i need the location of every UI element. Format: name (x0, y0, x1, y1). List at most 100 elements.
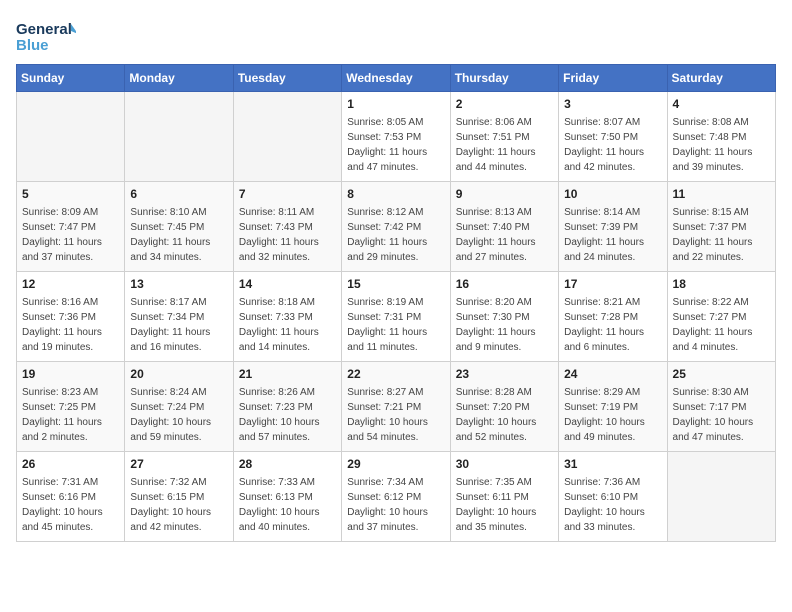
day-info: Sunrise: 7:34 AMSunset: 6:12 PMDaylight:… (347, 475, 444, 535)
day-number: 31 (564, 456, 661, 473)
calendar-week-row: 12 Sunrise: 8:16 AMSunset: 7:36 PMDayligh… (17, 272, 776, 362)
calendar-day-cell: 12 Sunrise: 8:16 AMSunset: 7:36 PMDayligh… (17, 272, 125, 362)
day-info: Sunrise: 8:15 AMSunset: 7:37 PMDaylight:… (673, 205, 770, 265)
calendar-day-cell: 22 Sunrise: 8:27 AMSunset: 7:21 PMDayligh… (342, 362, 450, 452)
calendar-day-cell: 23 Sunrise: 8:28 AMSunset: 7:20 PMDayligh… (450, 362, 558, 452)
day-number: 26 (22, 456, 119, 473)
day-info: Sunrise: 8:22 AMSunset: 7:27 PMDaylight:… (673, 295, 770, 355)
calendar-week-row: 1 Sunrise: 8:05 AMSunset: 7:53 PMDaylight… (17, 92, 776, 182)
calendar-day-cell: 14 Sunrise: 8:18 AMSunset: 7:33 PMDayligh… (233, 272, 341, 362)
calendar-day-cell (667, 452, 775, 542)
day-number: 1 (347, 96, 444, 113)
day-number: 23 (456, 366, 553, 383)
day-of-week-header: Wednesday (342, 65, 450, 92)
day-info: Sunrise: 8:16 AMSunset: 7:36 PMDaylight:… (22, 295, 119, 355)
day-info: Sunrise: 8:08 AMSunset: 7:48 PMDaylight:… (673, 115, 770, 175)
calendar-day-cell: 28Sunrise: 7:33 AMSunset: 6:13 PMDayligh… (233, 452, 341, 542)
calendar-day-cell: 16 Sunrise: 8:20 AMSunset: 7:30 PMDayligh… (450, 272, 558, 362)
day-number: 2 (456, 96, 553, 113)
day-of-week-header: Sunday (17, 65, 125, 92)
day-info: Sunrise: 8:09 AMSunset: 7:47 PMDaylight:… (22, 205, 119, 265)
calendar-header-row: SundayMondayTuesdayWednesdayThursdayFrid… (17, 65, 776, 92)
calendar-day-cell: 26 Sunrise: 7:31 AMSunset: 6:16 PMDayligh… (17, 452, 125, 542)
day-info: Sunrise: 7:32 AMSunset: 6:15 PMDaylight:… (130, 475, 227, 535)
calendar-day-cell: 15Sunrise: 8:19 AMSunset: 7:31 PMDayligh… (342, 272, 450, 362)
day-number: 14 (239, 276, 336, 293)
calendar-day-cell: 7Sunrise: 8:11 AMSunset: 7:43 PMDaylight… (233, 182, 341, 272)
day-of-week-header: Saturday (667, 65, 775, 92)
day-number: 30 (456, 456, 553, 473)
day-number: 24 (564, 366, 661, 383)
calendar-day-cell: 30 Sunrise: 7:35 AMSunset: 6:11 PMDayligh… (450, 452, 558, 542)
calendar-day-cell: 25 Sunrise: 8:30 AMSunset: 7:17 PMDayligh… (667, 362, 775, 452)
day-number: 3 (564, 96, 661, 113)
day-info: Sunrise: 8:07 AMSunset: 7:50 PMDaylight:… (564, 115, 661, 175)
day-number: 27 (130, 456, 227, 473)
calendar-day-cell: 5 Sunrise: 8:09 AMSunset: 7:47 PMDaylight… (17, 182, 125, 272)
svg-text:General: General (16, 21, 72, 38)
day-info: Sunrise: 8:20 AMSunset: 7:30 PMDaylight:… (456, 295, 553, 355)
day-info: Sunrise: 8:18 AMSunset: 7:33 PMDaylight:… (239, 295, 336, 355)
calendar-day-cell: 2 Sunrise: 8:06 AMSunset: 7:51 PMDaylight… (450, 92, 558, 182)
day-info: Sunrise: 8:17 AMSunset: 7:34 PMDaylight:… (130, 295, 227, 355)
day-info: Sunrise: 7:36 AMSunset: 6:10 PMDaylight:… (564, 475, 661, 535)
day-number: 16 (456, 276, 553, 293)
calendar-day-cell: 13 Sunrise: 8:17 AMSunset: 7:34 PMDayligh… (125, 272, 233, 362)
day-info: Sunrise: 7:33 AMSunset: 6:13 PMDaylight:… (239, 475, 336, 535)
day-info: Sunrise: 8:19 AMSunset: 7:31 PMDaylight:… (347, 295, 444, 355)
day-number: 11 (673, 186, 770, 203)
day-info: Sunrise: 8:30 AMSunset: 7:17 PMDaylight:… (673, 385, 770, 445)
day-info: Sunrise: 8:23 AMSunset: 7:25 PMDaylight:… (22, 385, 119, 445)
day-info: Sunrise: 8:27 AMSunset: 7:21 PMDaylight:… (347, 385, 444, 445)
page-header: General Blue (16, 16, 776, 56)
calendar-day-cell (125, 92, 233, 182)
day-number: 19 (22, 366, 119, 383)
day-info: Sunrise: 8:14 AMSunset: 7:39 PMDaylight:… (564, 205, 661, 265)
calendar-day-cell: 17Sunrise: 8:21 AMSunset: 7:28 PMDayligh… (559, 272, 667, 362)
calendar-day-cell: 18Sunrise: 8:22 AMSunset: 7:27 PMDayligh… (667, 272, 775, 362)
day-number: 25 (673, 366, 770, 383)
day-number: 5 (22, 186, 119, 203)
day-info: Sunrise: 8:13 AMSunset: 7:40 PMDaylight:… (456, 205, 553, 265)
day-number: 20 (130, 366, 227, 383)
day-info: Sunrise: 8:10 AMSunset: 7:45 PMDaylight:… (130, 205, 227, 265)
calendar-week-row: 19 Sunrise: 8:23 AMSunset: 7:25 PMDayligh… (17, 362, 776, 452)
day-info: Sunrise: 8:05 AMSunset: 7:53 PMDaylight:… (347, 115, 444, 175)
day-info: Sunrise: 8:11 AMSunset: 7:43 PMDaylight:… (239, 205, 336, 265)
day-number: 4 (673, 96, 770, 113)
calendar-day-cell: 10Sunrise: 8:14 AMSunset: 7:39 PMDayligh… (559, 182, 667, 272)
day-info: Sunrise: 8:21 AMSunset: 7:28 PMDaylight:… (564, 295, 661, 355)
calendar-day-cell: 21 Sunrise: 8:26 AMSunset: 7:23 PMDayligh… (233, 362, 341, 452)
day-info: Sunrise: 7:31 AMSunset: 6:16 PMDaylight:… (22, 475, 119, 535)
day-info: Sunrise: 8:29 AMSunset: 7:19 PMDaylight:… (564, 385, 661, 445)
logo: General Blue (16, 16, 76, 56)
calendar-day-cell: 29Sunrise: 7:34 AMSunset: 6:12 PMDayligh… (342, 452, 450, 542)
day-number: 6 (130, 186, 227, 203)
day-of-week-header: Thursday (450, 65, 558, 92)
calendar-table: SundayMondayTuesdayWednesdayThursdayFrid… (16, 64, 776, 542)
logo-svg: General Blue (16, 16, 76, 56)
day-number: 22 (347, 366, 444, 383)
calendar-day-cell: 19 Sunrise: 8:23 AMSunset: 7:25 PMDayligh… (17, 362, 125, 452)
calendar-day-cell: 4 Sunrise: 8:08 AMSunset: 7:48 PMDaylight… (667, 92, 775, 182)
day-of-week-header: Friday (559, 65, 667, 92)
day-of-week-header: Tuesday (233, 65, 341, 92)
day-info: Sunrise: 8:24 AMSunset: 7:24 PMDaylight:… (130, 385, 227, 445)
day-info: Sunrise: 8:26 AMSunset: 7:23 PMDaylight:… (239, 385, 336, 445)
calendar-day-cell: 24 Sunrise: 8:29 AMSunset: 7:19 PMDayligh… (559, 362, 667, 452)
day-number: 21 (239, 366, 336, 383)
day-number: 9 (456, 186, 553, 203)
calendar-day-cell: 3 Sunrise: 8:07 AMSunset: 7:50 PMDaylight… (559, 92, 667, 182)
svg-text:Blue: Blue (16, 37, 49, 54)
calendar-day-cell (233, 92, 341, 182)
calendar-day-cell: 9 Sunrise: 8:13 AMSunset: 7:40 PMDaylight… (450, 182, 558, 272)
day-number: 12 (22, 276, 119, 293)
day-info: Sunrise: 8:28 AMSunset: 7:20 PMDaylight:… (456, 385, 553, 445)
day-info: Sunrise: 7:35 AMSunset: 6:11 PMDaylight:… (456, 475, 553, 535)
calendar-day-cell: 20 Sunrise: 8:24 AMSunset: 7:24 PMDayligh… (125, 362, 233, 452)
day-info: Sunrise: 8:06 AMSunset: 7:51 PMDaylight:… (456, 115, 553, 175)
calendar-day-cell: 11 Sunrise: 8:15 AMSunset: 7:37 PMDayligh… (667, 182, 775, 272)
calendar-day-cell: 31 Sunrise: 7:36 AMSunset: 6:10 PMDayligh… (559, 452, 667, 542)
calendar-day-cell: 6 Sunrise: 8:10 AMSunset: 7:45 PMDaylight… (125, 182, 233, 272)
day-number: 13 (130, 276, 227, 293)
